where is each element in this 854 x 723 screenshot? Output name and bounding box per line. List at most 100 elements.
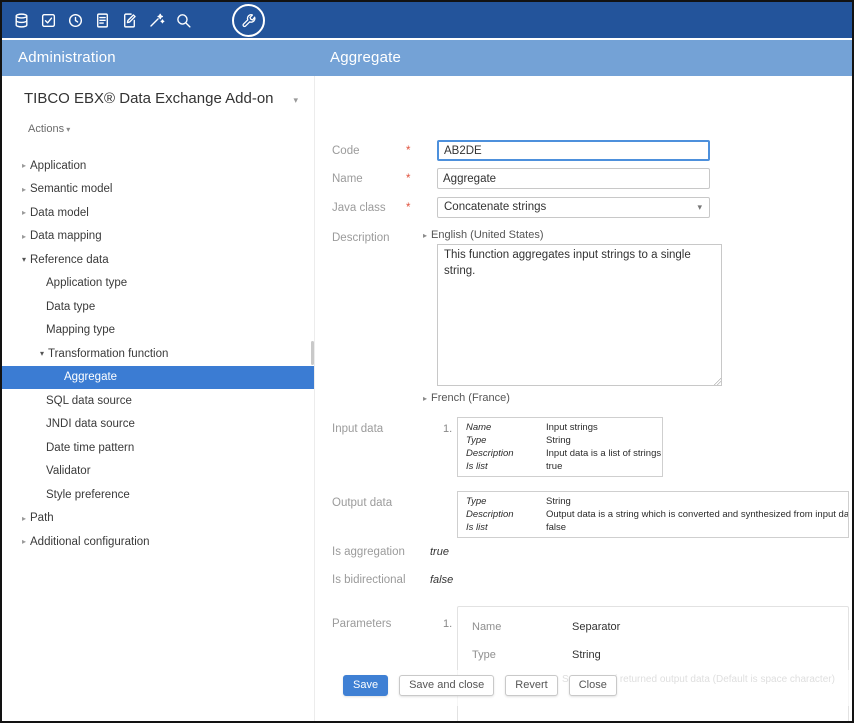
tree-label: Reference data bbox=[30, 254, 109, 266]
sidebar-item-jndi-data-source[interactable]: JNDI data source bbox=[2, 413, 314, 437]
chevron-right-icon[interactable] bbox=[18, 514, 30, 523]
table-row: DescriptionInput data is a list of strin… bbox=[458, 447, 662, 460]
chevron-right-icon[interactable] bbox=[18, 161, 30, 170]
chevron-right-icon[interactable] bbox=[18, 208, 30, 217]
save-and-close-button[interactable]: Save and close bbox=[399, 675, 494, 696]
sidebar-item-mapping-type[interactable]: Mapping type bbox=[2, 319, 314, 343]
list-index: 1. bbox=[443, 618, 452, 630]
field-value: Separator bbox=[572, 621, 620, 633]
output-data-label: Output data bbox=[332, 497, 392, 509]
english-locale-toggle[interactable]: English (United States) bbox=[423, 229, 544, 241]
sidebar-item-reference-data[interactable]: Reference data bbox=[2, 248, 314, 272]
chevron-down-icon bbox=[697, 202, 702, 213]
table-row: Is listfalse bbox=[458, 521, 848, 534]
textarea-resize-handle-icon[interactable] bbox=[713, 377, 721, 385]
tree-label: Validator bbox=[46, 465, 91, 477]
tree-label: Mapping type bbox=[46, 324, 115, 336]
sidebar-item-data-type[interactable]: Data type bbox=[2, 295, 314, 319]
field-key: Type bbox=[472, 649, 572, 661]
sidebar-item-style-preference[interactable]: Style preference bbox=[2, 483, 314, 507]
section-title-left: Administration bbox=[18, 49, 116, 66]
save-button[interactable]: Save bbox=[343, 675, 388, 696]
clock-icon[interactable] bbox=[66, 11, 84, 29]
input-data-label: Input data bbox=[332, 423, 383, 435]
revert-button[interactable]: Revert bbox=[505, 675, 557, 696]
code-input[interactable] bbox=[437, 140, 710, 161]
tree-label: Application type bbox=[46, 277, 127, 289]
sidebar-item-aggregate[interactable]: Aggregate bbox=[2, 366, 314, 390]
sidebar-item-application[interactable]: Application bbox=[2, 154, 314, 178]
edit-document-icon[interactable] bbox=[120, 11, 138, 29]
navigation-tree: Application Semantic model Data model Da… bbox=[2, 154, 314, 554]
sidebar: TIBCO EBX® Data Exchange Add-on Actions … bbox=[2, 76, 315, 721]
dataset-title: TIBCO EBX® Data Exchange Add-on bbox=[24, 90, 274, 107]
administration-wrench-icon[interactable] bbox=[232, 4, 265, 37]
report-icon[interactable] bbox=[93, 11, 111, 29]
french-locale-toggle[interactable]: French (France) bbox=[423, 392, 510, 404]
field-key: Description bbox=[458, 447, 546, 460]
is-aggregation-label: Is aggregation bbox=[332, 546, 405, 558]
app-window: Administration Aggregate TIBCO EBX® Data… bbox=[0, 0, 854, 723]
code-label: Code bbox=[332, 145, 360, 157]
search-icon[interactable] bbox=[174, 11, 192, 29]
table-row: TypeString bbox=[458, 495, 848, 508]
chevron-down-icon[interactable] bbox=[18, 255, 30, 264]
chevron-down-icon[interactable] bbox=[36, 349, 48, 358]
sidebar-item-validator[interactable]: Validator bbox=[2, 460, 314, 484]
field-key: Is list bbox=[458, 460, 546, 473]
parameters-label: Parameters bbox=[332, 618, 391, 630]
sidebar-item-additional-configuration[interactable]: Additional configuration bbox=[2, 530, 314, 554]
tree-label: Semantic model bbox=[30, 183, 112, 195]
chevron-right-icon[interactable] bbox=[18, 537, 30, 546]
actions-menu[interactable]: Actions bbox=[28, 123, 70, 135]
check-square-icon[interactable] bbox=[39, 11, 57, 29]
sidebar-item-path[interactable]: Path bbox=[2, 507, 314, 531]
field-value: true bbox=[546, 460, 570, 473]
is-aggregation-value: true bbox=[430, 546, 449, 558]
required-asterisk: * bbox=[406, 173, 410, 185]
tree-label: JNDI data source bbox=[46, 418, 135, 430]
locale-label: French (France) bbox=[431, 392, 510, 404]
is-bidirectional-value: false bbox=[430, 574, 453, 586]
sidebar-item-application-type[interactable]: Application type bbox=[2, 272, 314, 296]
chevron-right-icon[interactable] bbox=[18, 185, 30, 194]
tree-label: Style preference bbox=[46, 489, 130, 501]
java-class-label: Java class bbox=[332, 202, 386, 214]
close-button[interactable]: Close bbox=[569, 675, 617, 696]
field-key: Is list bbox=[458, 521, 546, 534]
field-key: Name bbox=[472, 621, 572, 633]
dataset-title-chevron-down-icon[interactable] bbox=[293, 95, 298, 106]
field-value: String bbox=[546, 434, 579, 447]
sidebar-item-sql-data-source[interactable]: SQL data source bbox=[2, 389, 314, 413]
required-asterisk: * bbox=[406, 202, 410, 214]
sidebar-item-data-mapping[interactable]: Data mapping bbox=[2, 225, 314, 249]
java-class-select[interactable]: Concatenate strings bbox=[437, 197, 710, 218]
java-class-value: Concatenate strings bbox=[444, 201, 546, 213]
sidebar-item-data-model[interactable]: Data model bbox=[2, 201, 314, 225]
field-key: Type bbox=[458, 434, 546, 447]
actions-label: Actions bbox=[28, 123, 64, 135]
sidebar-item-transformation-function[interactable]: Transformation function bbox=[2, 342, 314, 366]
section-title-right: Aggregate bbox=[330, 49, 401, 66]
table-row: NameInput strings bbox=[458, 421, 662, 434]
description-label: Description bbox=[332, 232, 390, 244]
wand-icon[interactable] bbox=[147, 11, 165, 29]
field-key: Description bbox=[458, 508, 546, 521]
tree-label: Data type bbox=[46, 301, 95, 313]
sidebar-scrollbar-thumb[interactable] bbox=[311, 341, 314, 365]
field-value: String bbox=[546, 495, 579, 508]
tree-label: SQL data source bbox=[46, 395, 132, 407]
required-asterisk: * bbox=[406, 145, 410, 157]
chevron-right-icon bbox=[423, 231, 427, 240]
name-input[interactable] bbox=[437, 168, 710, 189]
sidebar-item-date-time-pattern[interactable]: Date time pattern bbox=[2, 436, 314, 460]
field-value: Output data is a string which is convert… bbox=[546, 508, 849, 521]
field-value: false bbox=[546, 521, 574, 534]
chevron-right-icon[interactable] bbox=[18, 232, 30, 241]
field-value: Input strings bbox=[546, 421, 606, 434]
database-icon[interactable] bbox=[12, 11, 30, 29]
description-english-textarea[interactable]: This function aggregates input strings t… bbox=[437, 244, 722, 386]
tree-label: Data mapping bbox=[30, 230, 102, 242]
sidebar-item-semantic-model[interactable]: Semantic model bbox=[2, 178, 314, 202]
top-toolbar bbox=[2, 2, 852, 38]
